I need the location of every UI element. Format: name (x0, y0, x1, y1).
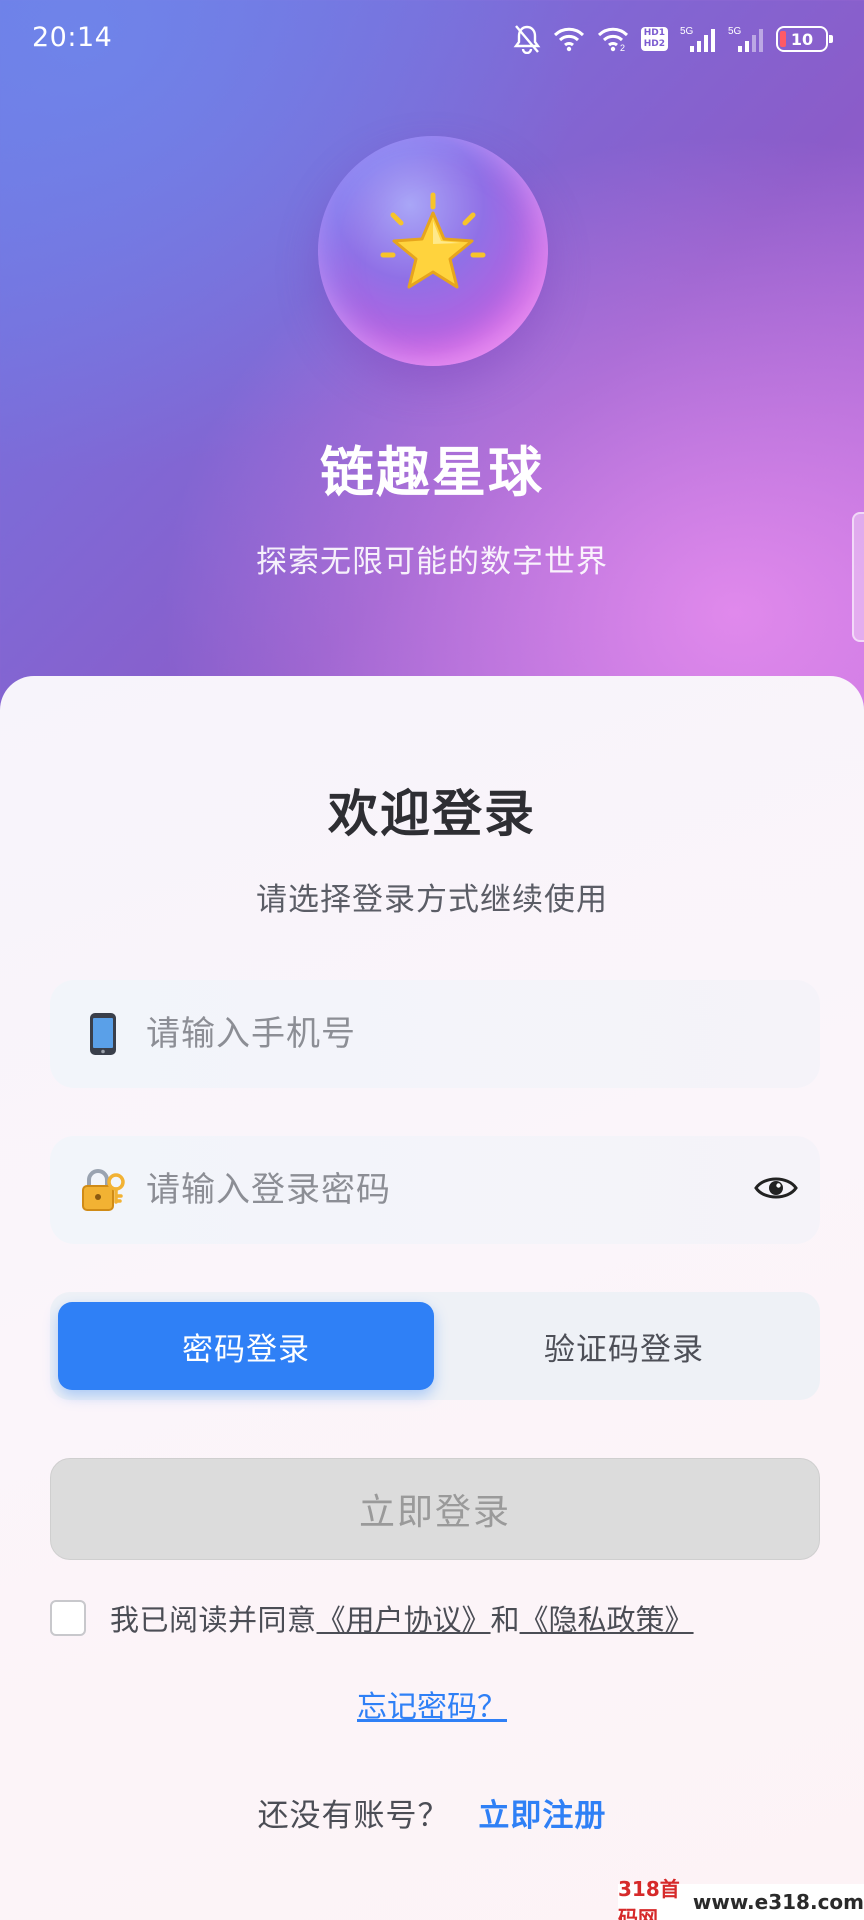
register-prompt: 还没有账号？ (257, 1798, 450, 1834)
agreement-conjunction: 和 (490, 1603, 520, 1637)
mute-bell-icon (513, 24, 541, 54)
svg-text:5G: 5G (728, 26, 742, 37)
phone-field[interactable] (50, 980, 820, 1088)
watermark: 318首码网 www.e318.com (618, 1877, 864, 1920)
password-input[interactable] (146, 1136, 746, 1244)
mobile-phone-icon (80, 1012, 126, 1056)
status-bar: 20:14 2 HD1 HD2 5G 5G 10 (0, 0, 864, 78)
star-icon (373, 189, 493, 313)
phone-input[interactable] (146, 980, 820, 1088)
eye-icon (754, 1173, 798, 1207)
svg-text:5G: 5G (680, 26, 694, 37)
signal-5g-icon: 5G (728, 24, 764, 54)
agreement-row: 我已阅读并同意 《用户协议》 和 《隐私政策》 (50, 1596, 694, 1640)
password-field[interactable] (50, 1136, 820, 1244)
wifi-calling-icon: 2 (597, 26, 629, 52)
app-subtitle: 探索无限可能的数字世界 (256, 544, 608, 580)
status-time: 20:14 (32, 22, 113, 53)
wifi-icon (553, 26, 585, 52)
signal-5g-icon: 5G (680, 24, 716, 54)
battery-level: 10 (790, 29, 814, 49)
tab-password-login[interactable]: 密码登录 (58, 1302, 434, 1390)
svg-text:2: 2 (620, 43, 625, 52)
login-mode-switch: 密码登录 验证码登录 (50, 1292, 820, 1400)
forgot-password-link[interactable]: 忘记密码？ (357, 1690, 507, 1725)
card-title: 欢迎登录 (328, 785, 536, 843)
register-row: 还没有账号？ 立即注册 (0, 1790, 864, 1835)
tab-code-login[interactable]: 验证码登录 (436, 1302, 812, 1390)
app-logo (318, 136, 548, 366)
watermark-prefix: 318首码网 (618, 1877, 680, 1920)
app-title: 链趣星球 (320, 441, 544, 504)
card-subtitle: 请选择登录方式继续使用 (256, 882, 608, 918)
agreement-checkbox[interactable] (50, 1600, 86, 1636)
hd-icon: HD1 HD2 (640, 27, 668, 51)
agreement-prefix: 我已阅读并同意 (110, 1603, 317, 1637)
lock-key-icon (80, 1168, 126, 1212)
user-agreement-link[interactable]: 《用户协议》 (317, 1597, 491, 1639)
forgot-password-row: 忘记密码？ (0, 1682, 864, 1726)
battery-icon: 10 (776, 26, 833, 52)
status-icons: 2 HD1 HD2 5G 5G 10 (513, 22, 833, 56)
register-link[interactable]: 立即注册 (478, 1798, 606, 1834)
login-submit-button[interactable]: 立即登录 (50, 1458, 820, 1560)
show-password-toggle[interactable] (746, 1160, 806, 1220)
privacy-policy-link[interactable]: 《隐私政策》 (520, 1597, 694, 1639)
watermark-site: www.e318.com (692, 1890, 864, 1914)
